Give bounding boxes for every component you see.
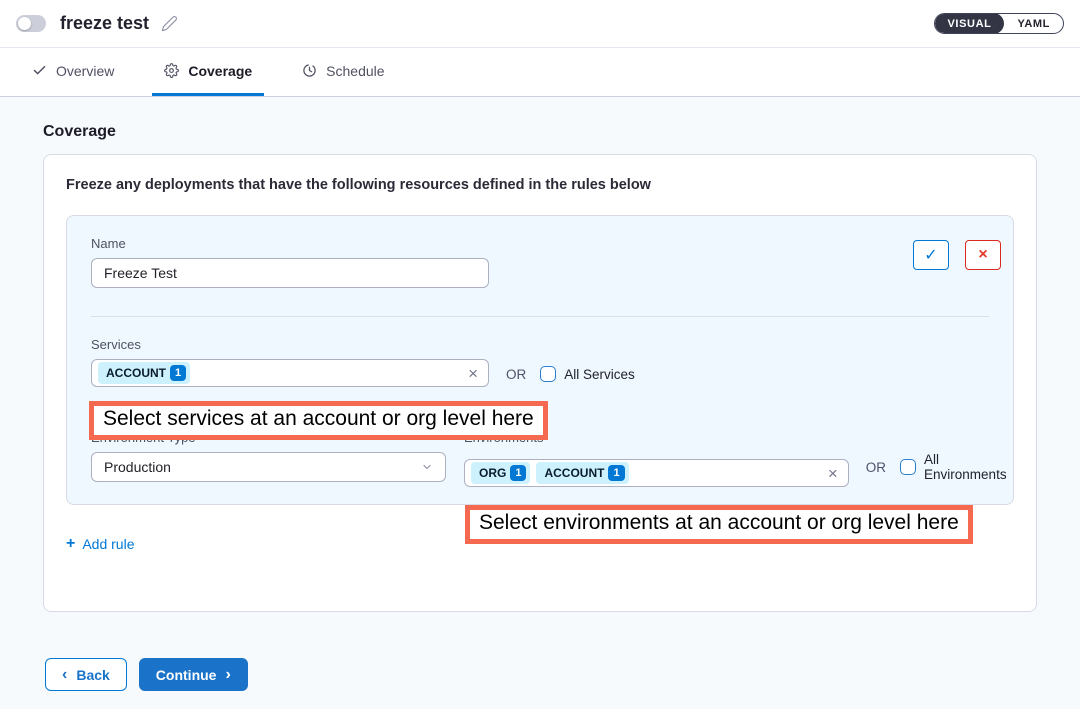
- edit-title-button[interactable]: [161, 15, 178, 32]
- chevron-down-icon: [421, 461, 433, 473]
- services-or-group: OR All Services: [506, 366, 635, 382]
- main-content: Coverage Freeze any deployments that hav…: [0, 97, 1080, 691]
- freeze-rule-card: Name ✓ × Services: [66, 215, 1014, 505]
- back-label: Back: [76, 667, 109, 683]
- tab-overview[interactable]: Overview: [20, 48, 126, 96]
- tab-schedule[interactable]: Schedule: [290, 48, 396, 96]
- tab-label: Coverage: [188, 63, 252, 79]
- footer-actions: ‹ Back Continue ›: [45, 658, 1037, 691]
- or-label: OR: [866, 460, 886, 475]
- continue-label: Continue: [156, 667, 217, 683]
- tab-coverage[interactable]: Coverage: [152, 48, 264, 96]
- rule-divider: [91, 316, 989, 317]
- chevron-left-icon: ‹: [62, 667, 67, 683]
- check-icon: [32, 63, 47, 78]
- toggle-knob: [18, 17, 31, 30]
- confirm-rule-button[interactable]: ✓: [913, 240, 949, 270]
- close-icon: ×: [978, 246, 987, 264]
- rule-name-input[interactable]: [91, 258, 489, 288]
- chip-label: ACCOUNT: [106, 366, 166, 380]
- chip-label: ACCOUNT: [544, 466, 604, 480]
- services-section: Services ACCOUNT 1 × OR All Services: [91, 337, 989, 387]
- tab-label: Overview: [56, 63, 114, 79]
- clear-environments-icon[interactable]: ×: [828, 465, 838, 482]
- coverage-description: Freeze any deployments that have the fol…: [66, 177, 1014, 193]
- environment-chip-account[interactable]: ACCOUNT 1: [536, 462, 628, 484]
- services-multiselect[interactable]: ACCOUNT 1 ×: [91, 359, 489, 387]
- app-header: freeze test VISUAL YAML: [0, 0, 1080, 48]
- services-annotation: Select services at an account or org lev…: [89, 401, 548, 440]
- environments-annotation: Select environments at an account or org…: [465, 505, 973, 544]
- gear-icon: [164, 63, 179, 78]
- page-title: Coverage: [43, 123, 1037, 141]
- rule-name-row: Name ✓ ×: [91, 236, 989, 288]
- clear-services-icon[interactable]: ×: [468, 365, 478, 382]
- chevron-right-icon: ›: [225, 667, 230, 683]
- all-environments-label: All Environments: [924, 452, 1020, 482]
- check-icon: ✓: [924, 245, 937, 265]
- continue-button[interactable]: Continue ›: [139, 658, 248, 691]
- environments-multiselect[interactable]: ORG 1 ACCOUNT 1 ×: [464, 459, 849, 487]
- cancel-rule-button[interactable]: ×: [965, 240, 1001, 270]
- add-rule-button[interactable]: + Add rule: [66, 535, 135, 553]
- tab-bar: Overview Coverage Schedule: [0, 48, 1080, 97]
- chip-count-badge: 1: [170, 365, 186, 381]
- pencil-icon: [161, 15, 178, 32]
- environment-type-value: Production: [104, 459, 171, 475]
- environment-type-select[interactable]: Production: [91, 452, 446, 482]
- rule-edit-actions: ✓ ×: [913, 240, 1001, 270]
- chip-count-badge: 1: [608, 465, 624, 481]
- coverage-card: Freeze any deployments that have the fol…: [43, 154, 1037, 612]
- name-label: Name: [91, 236, 489, 251]
- schedule-clock-icon: [302, 63, 317, 78]
- environment-chip-org[interactable]: ORG 1: [471, 462, 530, 484]
- all-environments-checkbox[interactable]: [900, 459, 916, 475]
- all-services-label: All Services: [564, 367, 635, 382]
- yaml-toggle-option[interactable]: YAML: [1004, 13, 1063, 34]
- chip-label: ORG: [479, 466, 506, 480]
- environments-or-group: OR All Environments: [866, 452, 1020, 482]
- visual-toggle-option[interactable]: VISUAL: [935, 13, 1005, 34]
- services-label: Services: [91, 337, 989, 352]
- or-label: OR: [506, 367, 526, 382]
- freeze-enable-toggle[interactable]: [16, 15, 46, 32]
- back-button[interactable]: ‹ Back: [45, 658, 127, 691]
- chip-count-badge: 1: [510, 465, 526, 481]
- tab-label: Schedule: [326, 63, 384, 79]
- plus-icon: +: [66, 535, 75, 553]
- visual-yaml-toggle: VISUAL YAML: [934, 13, 1065, 34]
- all-services-checkbox[interactable]: [540, 366, 556, 382]
- freeze-title: freeze test: [60, 13, 149, 34]
- service-chip-account[interactable]: ACCOUNT 1: [98, 362, 190, 384]
- add-rule-label: Add rule: [82, 536, 134, 552]
